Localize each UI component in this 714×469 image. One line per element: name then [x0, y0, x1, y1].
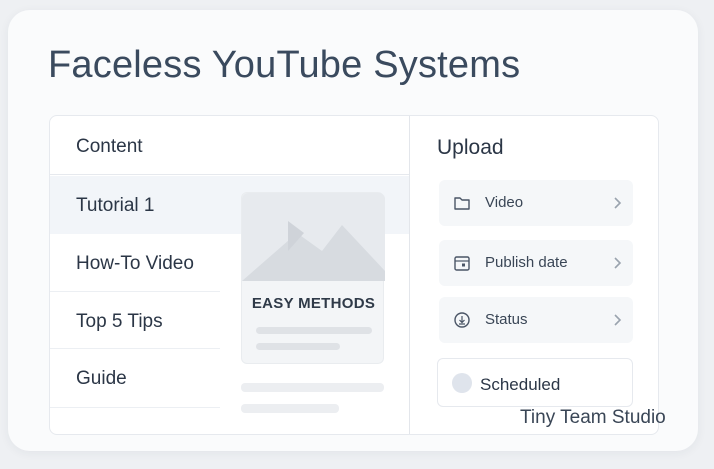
upload-row-label: Video	[485, 194, 524, 211]
status-dot-icon	[452, 373, 472, 393]
list-item-label: Guide	[76, 368, 127, 389]
footer-brand: Tiny Team Studio	[520, 407, 666, 428]
content-title: Content	[76, 136, 143, 157]
page-title: Faceless YouTube Systems	[48, 44, 521, 86]
preview-text-line	[256, 327, 372, 334]
upload-row-label: Status	[485, 311, 528, 328]
list-item-label: Top 5 Tips	[76, 311, 163, 332]
list-item-label: How-To Video	[76, 253, 194, 274]
upload-title: Upload	[437, 136, 504, 159]
calendar-icon	[454, 256, 470, 271]
preview-title: EASY METHODS	[251, 295, 376, 312]
workspace-panel: Content Tutorial 1 How-To Video Top 5 Ti…	[49, 115, 659, 435]
status-value-chip[interactable]: Scheduled	[437, 358, 633, 407]
upload-row-video[interactable]: Video	[439, 180, 633, 226]
upload-row-status[interactable]: Status	[439, 297, 633, 343]
list-divider	[50, 407, 220, 408]
list-item-top-5-tips[interactable]: Top 5 Tips	[50, 292, 240, 350]
upload-row-label: Publish date	[485, 254, 568, 271]
panel-divider	[409, 116, 410, 434]
list-item-label: Tutorial 1	[76, 195, 155, 216]
chevron-right-icon	[614, 314, 622, 326]
placeholder-line	[241, 404, 339, 413]
chevron-right-icon	[614, 257, 622, 269]
list-item-guide[interactable]: Guide	[50, 349, 240, 407]
list-item-how-to-video[interactable]: How-To Video	[50, 234, 240, 292]
chevron-right-icon	[614, 197, 622, 209]
video-preview-card[interactable]: EASY METHODS	[241, 192, 385, 364]
status-circle-icon	[454, 312, 470, 328]
folder-icon	[454, 197, 470, 210]
preview-text-line	[256, 343, 340, 350]
placeholder-line	[241, 383, 384, 392]
image-placeholder-icon	[242, 193, 385, 281]
status-value-label: Scheduled	[480, 375, 561, 394]
upload-row-publish-date[interactable]: Publish date	[439, 240, 633, 286]
content-header: Content	[50, 116, 409, 175]
